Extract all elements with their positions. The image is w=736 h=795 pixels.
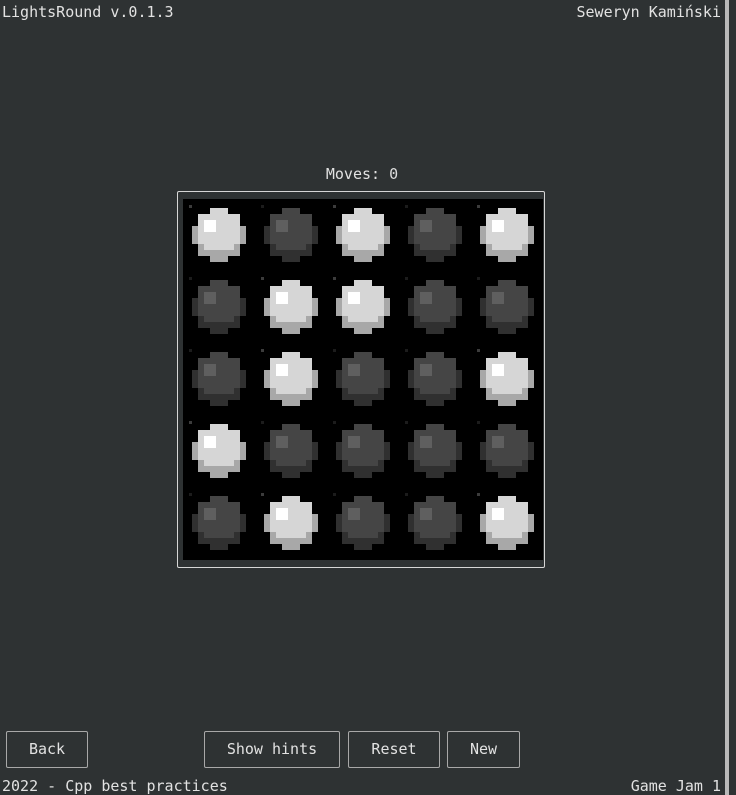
light-on-icon: [477, 493, 534, 550]
light-on-icon: [261, 493, 318, 550]
light-off[interactable]: [327, 343, 399, 415]
moves-label: Moves:: [325, 165, 390, 183]
light-on[interactable]: [255, 487, 327, 559]
light-off-icon: [261, 421, 318, 478]
light-off-icon: [261, 205, 318, 262]
moves-value: 0: [389, 165, 399, 183]
light-off[interactable]: [183, 271, 255, 343]
light-off-icon: [333, 349, 390, 406]
light-on[interactable]: [255, 271, 327, 343]
light-off-icon: [405, 277, 462, 334]
light-on[interactable]: [327, 271, 399, 343]
light-off-icon: [405, 349, 462, 406]
light-off[interactable]: [255, 415, 327, 487]
light-on[interactable]: [471, 343, 543, 415]
light-on-icon: [477, 205, 534, 262]
light-on-icon: [477, 349, 534, 406]
light-off-icon: [189, 349, 246, 406]
game-window: LightsRound v.0.1.3 Seweryn Kamiński Mov…: [0, 0, 736, 795]
light-off[interactable]: [183, 487, 255, 559]
light-on[interactable]: [255, 343, 327, 415]
scrollbar[interactable]: [725, 0, 729, 795]
light-on[interactable]: [183, 199, 255, 271]
footer-event: Game Jam 1: [630, 777, 721, 795]
light-off-icon: [333, 421, 390, 478]
light-off[interactable]: [399, 271, 471, 343]
light-off[interactable]: [327, 415, 399, 487]
light-off-icon: [333, 493, 390, 550]
light-off-icon: [477, 277, 534, 334]
light-on-icon: [261, 277, 318, 334]
light-on-icon: [261, 349, 318, 406]
light-on[interactable]: [471, 487, 543, 559]
light-on[interactable]: [183, 415, 255, 487]
light-off[interactable]: [399, 343, 471, 415]
light-on-icon: [189, 205, 246, 262]
lights-board: [183, 199, 543, 560]
light-on-icon: [333, 205, 390, 262]
light-off[interactable]: [183, 343, 255, 415]
light-on[interactable]: [327, 199, 399, 271]
reset-button[interactable]: Reset: [348, 731, 440, 768]
moves-counter: Moves: 0: [0, 164, 724, 184]
author-name: Seweryn Kamiński: [576, 3, 722, 21]
light-off[interactable]: [399, 199, 471, 271]
light-off-icon: [477, 421, 534, 478]
light-on-icon: [189, 421, 246, 478]
light-off[interactable]: [471, 415, 543, 487]
light-off[interactable]: [327, 487, 399, 559]
back-button[interactable]: Back: [6, 731, 88, 768]
light-off-icon: [405, 205, 462, 262]
light-off[interactable]: [255, 199, 327, 271]
light-off[interactable]: [399, 415, 471, 487]
new-game-button[interactable]: New: [447, 731, 520, 768]
light-on[interactable]: [471, 199, 543, 271]
app-title: LightsRound v.0.1.3: [2, 3, 174, 21]
light-off[interactable]: [471, 271, 543, 343]
light-off-icon: [405, 421, 462, 478]
light-off-icon: [189, 493, 246, 550]
show-hints-button[interactable]: Show hints: [204, 731, 340, 768]
light-off-icon: [189, 277, 246, 334]
light-on-icon: [333, 277, 390, 334]
light-off[interactable]: [399, 487, 471, 559]
footer-credit: 2022 - Cpp best practices: [2, 777, 228, 795]
light-off-icon: [405, 493, 462, 550]
